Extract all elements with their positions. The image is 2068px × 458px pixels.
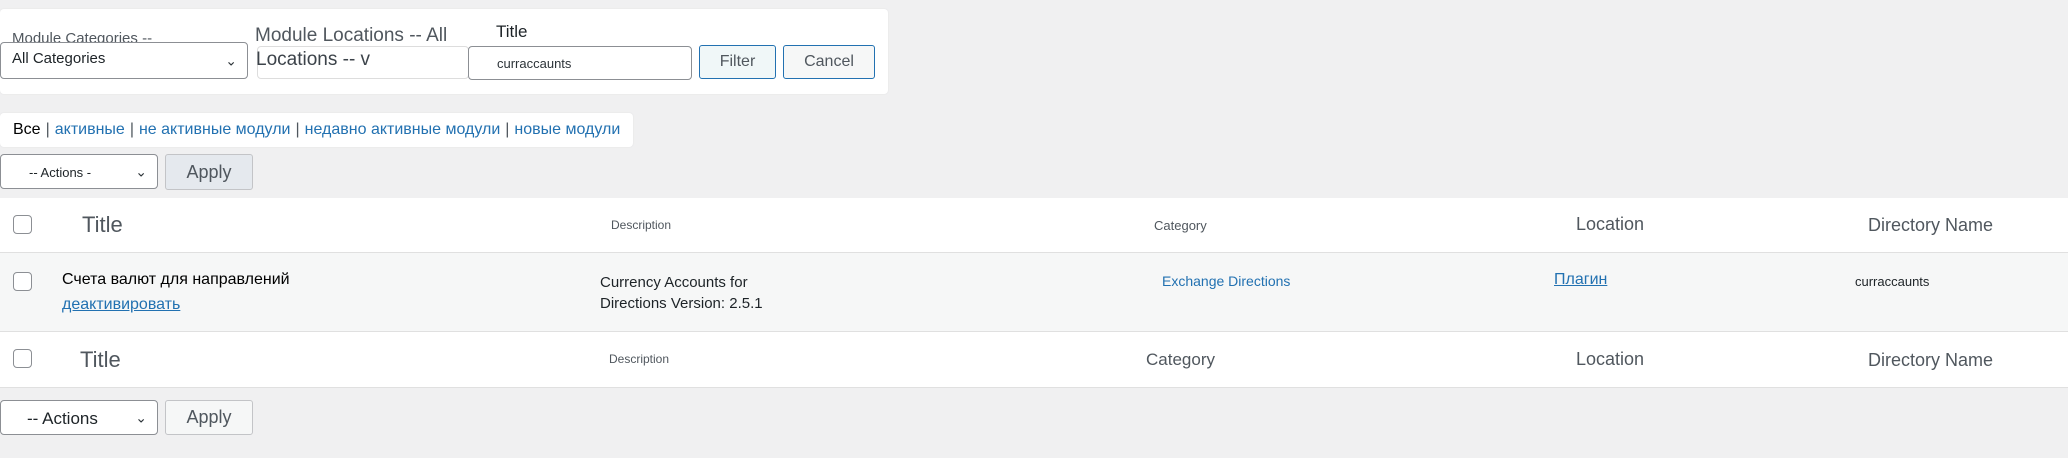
view-recently-active[interactable]: недавно активные модули xyxy=(305,121,501,139)
column-title[interactable]: Title xyxy=(82,212,123,238)
deactivate-link[interactable]: деактивировать xyxy=(62,296,180,314)
locations-value: Locations -- v xyxy=(256,49,371,70)
locations-label: Module Locations -- All xyxy=(255,25,448,46)
separator: | xyxy=(505,121,510,138)
chevron-down-icon: ⌄ xyxy=(225,52,237,68)
categories-select[interactable]: All Categories ⌄ xyxy=(0,42,248,79)
title-input[interactable] xyxy=(468,46,692,80)
separator: | xyxy=(295,121,300,138)
column-category-footer[interactable]: Category xyxy=(1146,350,1215,370)
categories-value: All Categories xyxy=(12,50,106,67)
column-location-footer[interactable]: Location xyxy=(1576,349,1644,370)
separator: | xyxy=(45,121,50,138)
view-active[interactable]: активные xyxy=(55,121,125,139)
apply-button-top[interactable]: Apply xyxy=(165,154,253,190)
select-all-checkbox[interactable] xyxy=(13,215,32,234)
bulk-actions-select-top[interactable]: -- Actions - ⌄ xyxy=(0,154,158,189)
module-location-link[interactable]: Плагин xyxy=(1554,271,1607,289)
view-all[interactable]: Все xyxy=(13,121,41,139)
module-category-link[interactable]: Exchange Directions xyxy=(1162,273,1290,289)
bulk-actions-value: -- Actions xyxy=(27,409,98,428)
cancel-button[interactable]: Cancel xyxy=(783,45,875,79)
column-title-footer[interactable]: Title xyxy=(80,347,121,373)
view-inactive[interactable]: не активные модули xyxy=(139,121,291,139)
table-row: Счета валют для направлений деактивирова… xyxy=(0,253,2068,332)
module-description-line2: Directions Version: 2.5.1 xyxy=(600,295,763,312)
chevron-down-icon: ⌄ xyxy=(135,163,147,179)
view-new[interactable]: новые модули xyxy=(514,121,620,139)
column-description-footer[interactable]: Description xyxy=(609,352,669,366)
column-location[interactable]: Location xyxy=(1576,214,1644,235)
title-label: Title xyxy=(496,22,528,41)
column-description[interactable]: Description xyxy=(611,218,671,232)
chevron-down-icon: ⌄ xyxy=(135,409,147,425)
bulk-actions-value: -- Actions - xyxy=(29,165,92,180)
filter-button[interactable]: Filter xyxy=(699,45,776,79)
apply-button-bottom[interactable]: Apply xyxy=(165,400,253,435)
column-directory-footer[interactable]: Directory Name xyxy=(1868,350,1993,371)
view-filters: Все | активные | не активные модули | не… xyxy=(0,113,633,147)
locations-select[interactable]: Locations -- v xyxy=(256,46,469,79)
separator: | xyxy=(129,121,134,138)
table-header: Title Description Category Location Dire… xyxy=(0,198,2068,253)
module-description-line1: Currency Accounts for xyxy=(600,274,748,291)
row-checkbox[interactable] xyxy=(13,272,32,291)
module-title: Счета валют для направлений xyxy=(62,271,290,288)
table-footer: Title Description Category Location Dire… xyxy=(0,332,2068,388)
column-directory[interactable]: Directory Name xyxy=(1868,215,1993,236)
select-all-checkbox-footer[interactable] xyxy=(13,349,32,368)
module-directory: curraccaunts xyxy=(1855,274,1930,289)
column-category[interactable]: Category xyxy=(1154,218,1207,233)
bulk-actions-select-bottom[interactable]: -- Actions ⌄ xyxy=(0,400,158,435)
